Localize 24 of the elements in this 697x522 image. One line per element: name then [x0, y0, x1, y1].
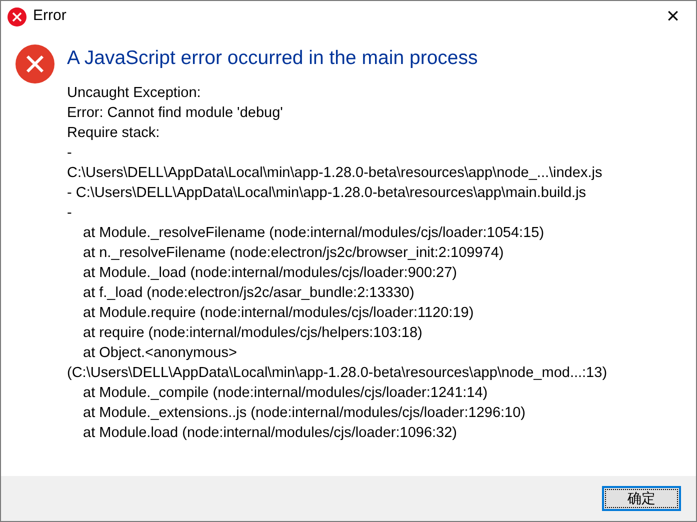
stack-frame-line: at Module.load (node:internal/modules/cjs/loader:1096:32): [82, 424, 458, 443]
error-icon: [15, 44, 55, 84]
stack-frame-line: at Module._compile (node:internal/modules/cjs/loader:1241:14): [82, 384, 489, 403]
error-icon: [7, 6, 27, 26]
stack-frame-line: at n._resolveFilename (node:electron/js2c/browser_init:2:109974): [82, 244, 505, 263]
stack-frame-line: at Module._load (node:internal/modules/cjs/loader:900:27): [82, 264, 458, 283]
stack-frame-line: at Module.require (node:internal/modules/cjs/loader:1120:19): [82, 304, 475, 323]
window-title: Error: [33, 6, 66, 26]
stack-frame-line: at Module._resolveFilename (node:internal/modules/cjs/loader:1054:15): [82, 224, 546, 243]
message-line: Error: Cannot find module 'debug': [67, 104, 284, 123]
message-line: Require stack:: [67, 124, 161, 143]
message-line: Uncaught Exception:: [67, 84, 202, 103]
stack-frame-line: at Object.<anonymous>: [82, 344, 238, 363]
stack-frame-line: at f._load (node:electron/js2c/asar_bundle:2:13330): [82, 284, 416, 303]
message-line: C:\Users\DELL\AppData\Local\min\app-1.28.0-beta\resources\app\node_...\index.js: [67, 164, 604, 183]
stack-frame-line: at require (node:internal/modules/cjs/helpers:103:18): [82, 324, 424, 343]
stack-frame-line: at Module._extensions..js (node:internal/modules/cjs/loader:1296:10): [82, 404, 527, 423]
message-line: -: [67, 204, 73, 223]
message-line: -: [67, 144, 73, 163]
ok-button[interactable]: 确定: [602, 486, 681, 511]
error-heading: A JavaScript error occurred in the main process: [67, 46, 479, 71]
message-line: - C:\Users\DELL\AppData\Local\min\app-1.28.0-beta\resources\app\main.build.js: [67, 184, 588, 203]
close-button[interactable]: ✕: [650, 1, 696, 32]
message-line: (C:\Users\DELL\AppData\Local\min\app-1.28.0-beta\resources\app\node_mod...:13): [67, 364, 608, 383]
